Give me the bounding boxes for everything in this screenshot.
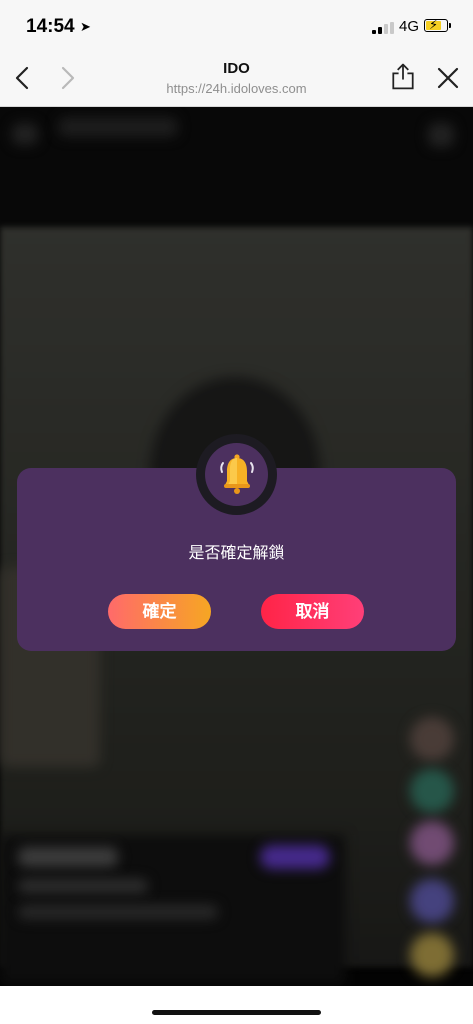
bell-badge: [196, 434, 277, 515]
close-icon[interactable]: [433, 63, 463, 93]
share-icon[interactable]: [388, 61, 418, 91]
signal-strength-icon: [372, 22, 394, 34]
dialog-message: 是否確定解鎖: [188, 545, 285, 562]
home-indicator-area: [0, 986, 473, 1024]
bell-icon: [220, 454, 254, 494]
home-indicator[interactable]: [152, 1010, 321, 1015]
network-type: 4G: [399, 18, 420, 35]
status-bar: 14:54 ➤ 4G ⚡: [0, 0, 473, 52]
status-time: 14:54: [26, 16, 75, 37]
confirm-button[interactable]: 確定: [108, 594, 211, 629]
battery-charging-icon: ⚡: [424, 17, 451, 32]
browser-nav-bar: IDO https://24h.idoloves.com: [0, 52, 473, 107]
location-arrow-icon: ➤: [80, 19, 91, 34]
cancel-button[interactable]: 取消: [261, 594, 364, 629]
